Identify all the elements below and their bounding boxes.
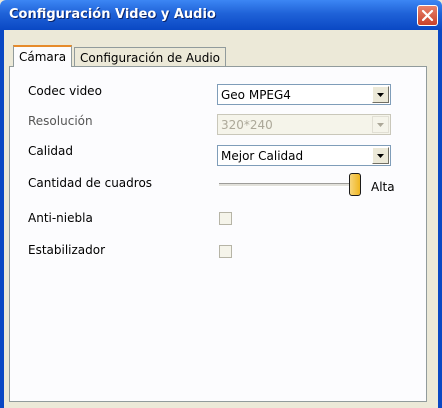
stabilizer-label: Estabilizador [28,243,106,257]
title-bar[interactable]: Configuración Video y Audio [0,0,442,30]
codec-select[interactable]: Geo MPEG4 [217,84,391,105]
tab-camara-label: Cámara [19,50,67,64]
window-border-left [0,30,4,408]
resolution-select: 320*240 [217,114,391,135]
codec-dropdown-button[interactable] [372,86,389,103]
frame-rate-slider-thumb[interactable] [349,173,361,196]
chevron-down-icon [377,154,384,158]
quality-label: Calidad [28,144,73,158]
chevron-down-icon [377,123,384,127]
close-button[interactable] [417,5,438,26]
quality-dropdown-button[interactable] [372,147,389,164]
chevron-down-icon [377,93,384,97]
settings-dialog: Configuración Video y Audio Cámara Confi… [0,0,442,408]
tab-configuracion-audio[interactable]: Configuración de Audio [74,47,227,67]
frame-rate-value: Alta [371,180,395,194]
frame-rate-slider-track[interactable] [219,183,355,187]
resolution-label: Resolución [28,114,93,128]
quality-select[interactable]: Mejor Calidad [217,145,391,166]
window-border-right [438,30,442,408]
window-title: Configuración Video y Audio [9,7,216,22]
close-icon [421,9,434,22]
resolution-value: 320*240 [221,118,273,132]
frame-rate-label: Cantidad de cuadros [28,176,153,190]
stabilizer-checkbox[interactable] [219,245,232,258]
anti-fog-label: Anti-niebla [28,211,93,225]
quality-value: Mejor Calidad [221,149,304,163]
codec-label: Codec video [28,84,102,98]
tab-configuracion-audio-label: Configuración de Audio [80,51,221,65]
anti-fog-checkbox[interactable] [219,212,232,225]
tab-camara[interactable]: Cámara [13,45,73,67]
resolution-dropdown-button [372,116,389,133]
codec-value: Geo MPEG4 [221,88,291,102]
